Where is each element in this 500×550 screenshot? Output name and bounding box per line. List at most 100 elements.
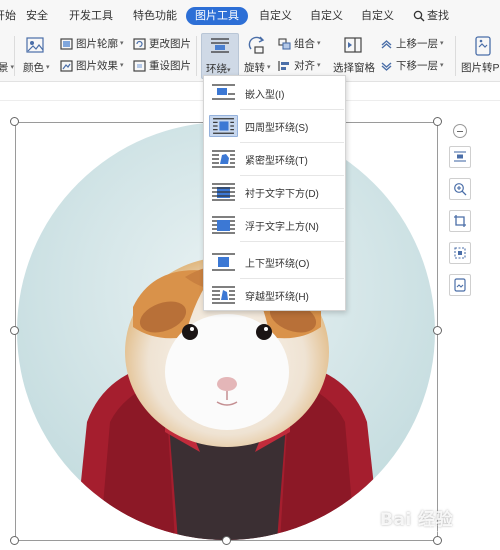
rotate-button[interactable]: 旋转 ▾	[244, 60, 271, 76]
find-button[interactable]: 查找	[413, 8, 449, 24]
selection-pane-icon	[344, 37, 362, 53]
align-button[interactable]: 对齐 ▾	[278, 58, 321, 74]
menu-divider	[240, 142, 344, 143]
menu-item-inline[interactable]: 嵌入型(I)	[205, 79, 344, 107]
tab-custom-2[interactable]: 自定义	[310, 8, 343, 24]
menu-item-tight-label: 紧密型环绕(T)	[245, 156, 308, 167]
find-label: 查找	[427, 10, 449, 22]
bring-forward-icon	[381, 40, 392, 49]
search-icon	[413, 10, 425, 22]
menu-divider	[240, 175, 344, 176]
picture-outline-button[interactable]: 图片轮廓 ▾	[60, 36, 124, 52]
top-and-bottom-icon	[212, 253, 235, 271]
menu-item-in-front-of-text-label: 浮于文字上方(N)	[245, 222, 319, 233]
crop-icon	[454, 215, 466, 227]
bring-forward-label: 上移一层	[396, 38, 438, 50]
group-icon	[278, 38, 291, 50]
left-cut-label: 景	[0, 62, 9, 74]
reset-picture-button[interactable]: 重设图片	[133, 58, 191, 74]
picture-to-pdf-label: 图片转PD	[461, 62, 500, 74]
tab-special-features[interactable]: 特色功能	[133, 8, 177, 24]
menu-tab-bar: 开始 安全 开发工具 特色功能 图片工具 自定义 自定义 自定义 查找	[0, 0, 500, 30]
change-picture-label: 更改图片	[149, 38, 191, 50]
menu-item-tight[interactable]: 紧密型环绕(T)	[205, 145, 344, 173]
behind-text-icon	[212, 183, 235, 201]
rotate-label: 旋转	[244, 62, 265, 74]
menu-item-through-label: 穿越型环绕(H)	[245, 292, 309, 303]
picture-outline-label: 图片轮廓	[76, 38, 118, 50]
frame-select-icon	[454, 247, 466, 259]
layout-options-button[interactable]	[449, 146, 471, 168]
ribbon-divider	[14, 36, 15, 76]
ribbon-divider	[455, 36, 456, 76]
resize-handle-bottom-right[interactable]	[433, 536, 442, 545]
picture-effects-icon	[60, 60, 73, 72]
bring-forward-button[interactable]: 上移一层 ▾	[380, 36, 444, 52]
tab-custom-1[interactable]: 自定义	[259, 8, 292, 24]
menu-divider	[240, 208, 344, 209]
square-wrap-icon	[209, 115, 238, 137]
picture-effects-button[interactable]: 图片效果 ▾	[60, 58, 124, 74]
text-wrap-icon	[211, 38, 229, 53]
picture-effects-label: 图片效果	[76, 60, 118, 72]
resize-handle-bottom[interactable]	[222, 536, 231, 545]
color-button[interactable]: 颜色 ▾	[23, 60, 50, 76]
menu-divider	[240, 109, 344, 110]
picture-to-pdf-button[interactable]: 图片转PD	[461, 60, 500, 76]
picture-to-pdf-side-button[interactable]	[449, 274, 471, 296]
tab-picture-tools[interactable]: 图片工具	[186, 7, 248, 25]
reset-picture-icon	[133, 60, 146, 72]
resize-handle-right[interactable]	[433, 326, 442, 335]
align-icon	[278, 61, 289, 71]
collapse-toolbar-button[interactable]	[453, 124, 467, 138]
picture-to-pdf-icon	[454, 278, 466, 292]
zoom-in-icon	[454, 183, 467, 196]
tab-developer-tools[interactable]: 开发工具	[69, 8, 113, 24]
menu-item-inline-label: 嵌入型(I)	[245, 90, 285, 101]
menu-divider	[240, 241, 344, 242]
color-icon	[26, 37, 44, 53]
menu-item-behind-text[interactable]: 衬于文字下方(D)	[205, 178, 344, 206]
group-label: 组合	[294, 38, 315, 50]
crop-button[interactable]	[449, 210, 471, 232]
wrap-label: 环绕▾	[206, 63, 231, 75]
reset-picture-label: 重设图片	[149, 60, 191, 72]
selection-pane-button[interactable]: 选择窗格	[333, 60, 375, 76]
menu-divider	[240, 278, 344, 279]
menu-item-top-and-bottom[interactable]: 上下型环绕(O)	[205, 248, 344, 276]
tab-security[interactable]: 安全	[26, 8, 48, 24]
menu-item-top-and-bottom-label: 上下型环绕(O)	[245, 259, 310, 270]
menu-item-behind-text-label: 衬于文字下方(D)	[245, 189, 319, 200]
zoom-in-button[interactable]	[449, 178, 471, 200]
through-wrap-icon	[212, 286, 235, 304]
resize-handle-bottom-left[interactable]	[10, 536, 19, 545]
ribbon-divider	[196, 36, 197, 76]
tab-custom-3[interactable]: 自定义	[361, 8, 394, 24]
menu-item-square[interactable]: 四周型环绕(S)	[205, 112, 344, 140]
picture-to-pdf-icon	[475, 36, 491, 56]
group-button[interactable]: 组合 ▾	[278, 36, 321, 52]
wrap-button[interactable]: 环绕▾	[201, 33, 239, 79]
resize-handle-left[interactable]	[10, 326, 19, 335]
inline-wrap-icon	[212, 84, 235, 100]
tab-start[interactable]: 开始	[0, 8, 16, 24]
align-label: 对齐	[294, 60, 315, 72]
menu-item-square-label: 四周型环绕(S)	[245, 123, 309, 134]
send-backward-icon	[381, 62, 392, 71]
selection-pane-label: 选择窗格	[333, 62, 375, 74]
rotate-icon	[248, 36, 265, 54]
send-backward-button[interactable]: 下移一层 ▾	[380, 58, 444, 74]
menu-item-in-front-of-text[interactable]: 浮于文字上方(N)	[205, 211, 344, 239]
wrap-dropdown-menu: 嵌入型(I) 四周型环绕(S) 紧密型环绕(T) 衬于文字下方(D) 浮于文字上…	[203, 75, 346, 311]
change-picture-button[interactable]: 更改图片	[133, 36, 191, 52]
text-wrap-icon	[454, 151, 466, 162]
resize-handle-top-right[interactable]	[433, 117, 442, 126]
picture-outline-icon	[60, 38, 73, 50]
change-picture-icon	[133, 38, 146, 50]
menu-item-through[interactable]: 穿越型环绕(H)	[205, 281, 344, 309]
in-front-of-text-icon	[212, 216, 235, 234]
picture-edit-button[interactable]	[449, 242, 471, 264]
left-cut-button[interactable]: 景 ▾	[0, 60, 14, 76]
send-backward-label: 下移一层	[396, 60, 438, 72]
resize-handle-top-left[interactable]	[10, 117, 19, 126]
